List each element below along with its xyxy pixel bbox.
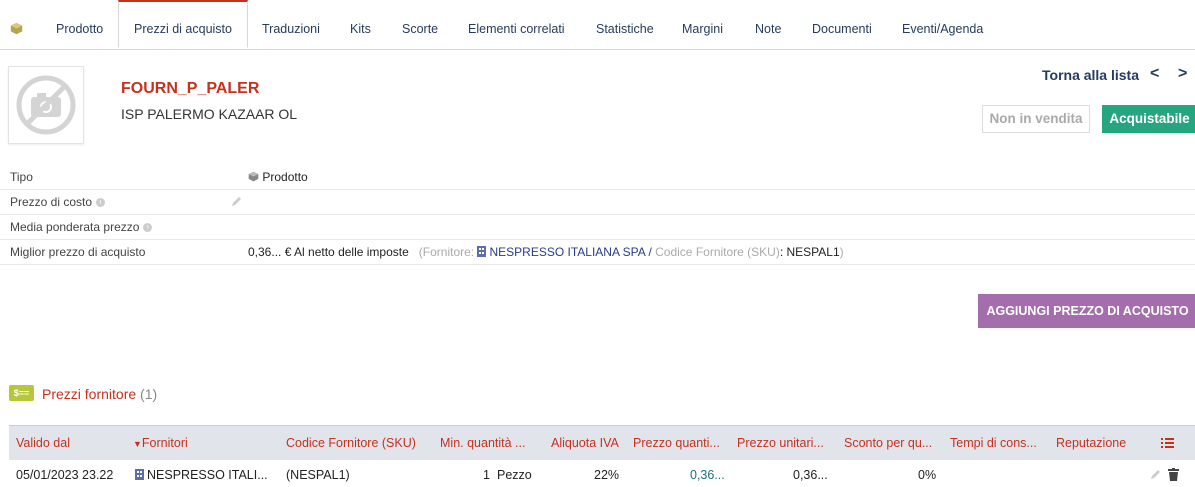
product-ref: FOURN_P_PALER [121, 80, 260, 97]
col-price-unit[interactable]: Prezzo unitari... [737, 436, 824, 450]
cell-discount: 0% [918, 468, 937, 482]
tab-scorte[interactable]: Scorte [402, 0, 438, 49]
col-min-qty[interactable]: Min. quantità ... [440, 436, 525, 450]
col-sku[interactable]: Codice Fornitore (SKU) [286, 436, 416, 450]
col-fornitori-label: Fornitori [141, 436, 188, 450]
tipo-label: Tipo [10, 170, 33, 184]
tab-documenti[interactable]: Documenti [812, 0, 872, 49]
col-reputation[interactable]: Reputazione [1056, 436, 1126, 450]
building-icon [477, 246, 487, 257]
tab-traduzioni[interactable]: Traduzioni [262, 0, 320, 49]
prev-record-button[interactable]: < [1150, 65, 1159, 83]
cell-price-qty: 0,36... [690, 468, 725, 482]
sku-label: Codice Fornitore (SKU) [655, 245, 780, 259]
sku-value: : NESPAL1 [779, 245, 840, 259]
best-price-label: Miglior prezzo di acquisto [10, 245, 146, 259]
col-valido-dal[interactable]: Valido dal [16, 436, 70, 450]
cube-icon [248, 171, 259, 182]
back-to-list-link[interactable]: Torna alla lista [1042, 67, 1139, 83]
best-price-amount: 0,36... € Al netto delle imposte [248, 245, 409, 259]
no-photo-icon [16, 75, 76, 135]
add-purchase-price-button[interactable]: AGGIUNGI PREZZO DI ACQUISTO [978, 294, 1195, 328]
best-price-sep: / [645, 245, 656, 259]
supplier-name: NESPRESSO ITALIANA SPA [489, 245, 646, 259]
cell-vat: 22% [594, 468, 620, 482]
tab-bar: Prodotto Prezzi di acquisto Traduzioni K… [0, 0, 1195, 50]
field-row-wap: Media ponderata prezzo i [0, 215, 1195, 240]
tab-kits[interactable]: Kits [350, 0, 371, 49]
cell-sku: (NESPAL1) [286, 468, 350, 482]
info-icon: i [143, 223, 153, 233]
best-price-value: 0,36... € Al netto delle imposte (Fornit… [248, 245, 844, 259]
info-icon: i [96, 198, 106, 208]
col-fornitori[interactable]: ▼Fornitori [133, 436, 188, 450]
sort-desc-icon: ▼ [133, 439, 142, 449]
product-photo-placeholder [8, 66, 84, 144]
column-list-icon[interactable] [1161, 437, 1174, 449]
wap-label: Media ponderata prezzo i [10, 220, 153, 234]
section-title-text: Prezzi fornitore [42, 386, 137, 402]
cell-price-unit: 0,36... [793, 468, 828, 482]
cell-date: 05/01/2023 23.22 [16, 468, 114, 482]
col-vat[interactable]: Aliquota IVA [551, 436, 619, 450]
field-row-tipo: Tipo Prodotto [0, 165, 1195, 190]
trash-icon[interactable] [1168, 468, 1179, 481]
cube-icon [10, 22, 23, 34]
tab-note[interactable]: Note [755, 0, 781, 49]
tab-statistiche[interactable]: Statistiche [596, 0, 654, 49]
tab-margini[interactable]: Margini [682, 0, 723, 49]
supplier-link[interactable]: NESPRESSO ITALIANA SPA [477, 245, 645, 259]
field-row-best-price: Miglior prezzo di acquisto 0,36... € Al … [0, 240, 1195, 265]
tipo-value: Prodotto [248, 170, 308, 184]
col-price-qty[interactable]: Prezzo quanti... [633, 436, 720, 450]
next-record-button[interactable]: > [1178, 65, 1187, 83]
tab-elementi-correlati[interactable]: Elementi correlati [468, 0, 565, 49]
pencil-icon[interactable] [230, 196, 242, 208]
tab-eventi-agenda[interactable]: Eventi/Agenda [902, 0, 983, 49]
status-buy-badge[interactable]: Acquistabile [1102, 105, 1195, 133]
col-discount[interactable]: Sconto per qu... [844, 436, 932, 450]
wap-label-text: Media ponderata prezzo [10, 220, 140, 234]
price-list-icon: $== [9, 385, 34, 401]
cost-label: Prezzo di costo i [10, 195, 106, 209]
tab-prezzi-acquisto[interactable]: Prezzi di acquisto [118, 0, 248, 48]
col-delivery[interactable]: Tempi di cons... [950, 436, 1037, 450]
pencil-icon[interactable] [1149, 469, 1161, 481]
best-price-close: ) [839, 245, 844, 259]
cell-supplier-link[interactable]: NESPRESSO ITALI... [135, 468, 268, 482]
tab-prodotto[interactable]: Prodotto [56, 0, 103, 49]
table-row: 05/01/2023 23.22 NESPRESSO ITALI... (NES… [9, 460, 1195, 487]
cell-unit: Pezzo [497, 468, 532, 482]
section-title: Prezzi fornitore (1) [42, 386, 157, 402]
best-price-open: (Fornitore: [418, 245, 478, 259]
cell-supplier: NESPRESSO ITALI... [147, 468, 268, 482]
tab-product-icon[interactable] [10, 0, 23, 49]
cost-label-text: Prezzo di costo [10, 195, 93, 209]
tipo-value-text: Prodotto [262, 170, 308, 184]
product-label: ISP PALERMO KAZAAR OL [121, 106, 298, 122]
cell-min-qty: 1 [483, 468, 490, 482]
building-icon [135, 469, 144, 480]
field-row-cost: Prezzo di costo i [0, 190, 1195, 215]
table-header: Valido dal ▼Fornitori Codice Fornitore (… [9, 425, 1195, 461]
section-count: (1) [140, 386, 158, 402]
status-sell-badge[interactable]: Non in vendita [982, 105, 1090, 133]
